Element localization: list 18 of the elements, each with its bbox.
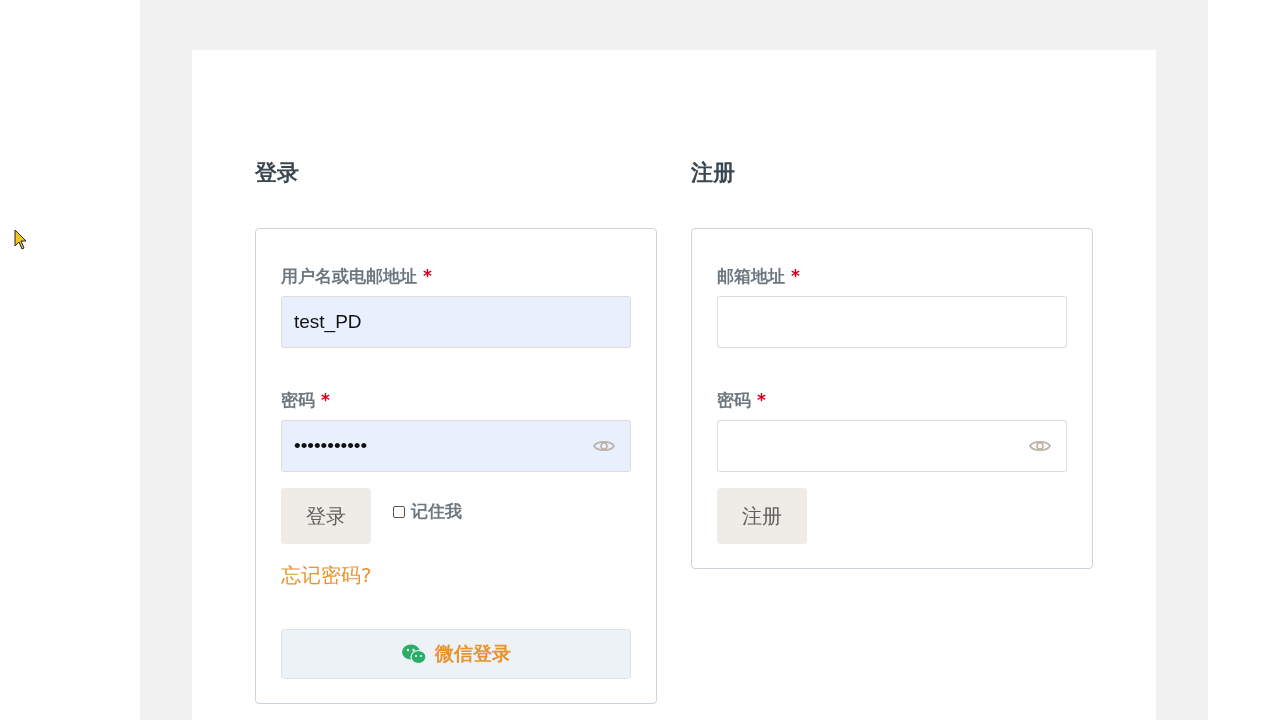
password-field[interactable]: ••••••••••• [281, 420, 631, 472]
field-label: 密码 * [281, 389, 331, 412]
field-label: 密码 * [717, 389, 767, 412]
cursor-icon [14, 229, 28, 251]
password-field[interactable] [717, 420, 1067, 472]
field-label: 用户名或电邮地址 * [281, 265, 433, 288]
register-button[interactable]: 注册 [717, 488, 807, 544]
field-label: 邮箱地址 * [717, 265, 801, 288]
login-button[interactable]: 登录 [281, 488, 371, 544]
checkbox-label: 记住我 [411, 500, 462, 523]
chat-bubbles-icon [401, 643, 427, 665]
section-title: 登录 [255, 162, 300, 184]
input-field[interactable] [717, 296, 1067, 348]
eye-icon[interactable] [1029, 438, 1051, 454]
section-title: 注册 [691, 162, 736, 184]
input-field[interactable]: test_PD [281, 296, 631, 348]
checkbox[interactable] [393, 505, 405, 518]
eye-icon[interactable] [593, 438, 615, 454]
